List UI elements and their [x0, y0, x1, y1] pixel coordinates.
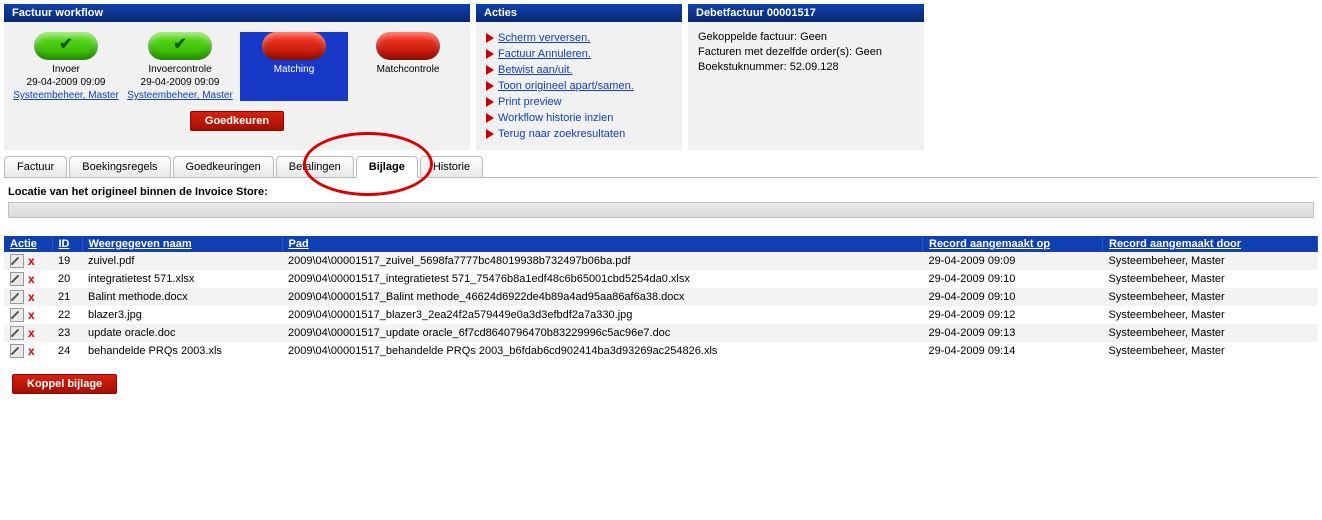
- table-row[interactable]: x 19zuivel.pdf2009\04\00001517_zuivel_569…: [4, 252, 1318, 270]
- cell-user: Systeembeheer, Master: [1103, 288, 1318, 306]
- debet-line: Facturen met dezelfde order(s): Geen: [698, 45, 914, 60]
- workflow-step-matching[interactable]: Matching: [240, 32, 348, 101]
- edit-icon[interactable]: [10, 290, 24, 304]
- actie-item[interactable]: Workflow historie inzien: [486, 110, 672, 126]
- cell-date: 29-04-2009 09:09: [923, 252, 1103, 270]
- cell-date: 29-04-2009 09:12: [923, 306, 1103, 324]
- tab-boekingsregels[interactable]: Boekingsregels: [69, 156, 170, 177]
- arrow-icon: [486, 65, 494, 75]
- debet-line: Boekstuknummer: 52.09.128: [698, 60, 914, 75]
- workflow-step-invoer[interactable]: Invoer 29-04-2009 09:09 Systeembeheer, M…: [12, 32, 120, 101]
- cell-name: Balint methode.docx: [82, 288, 282, 306]
- cell-path: 2009\04\00001517_blazer3_2ea24f2a579449e…: [282, 306, 923, 324]
- arrow-icon: [486, 49, 494, 59]
- cell-name: integratietest 571.xlsx: [82, 270, 282, 288]
- cell-date: 29-04-2009 09:10: [923, 270, 1103, 288]
- actie-item[interactable]: Scherm verversen.: [486, 30, 672, 46]
- debet-panel: Debetfactuur 00001517 Gekoppelde factuur…: [688, 4, 924, 150]
- col-actie[interactable]: Actie: [4, 236, 52, 252]
- cell-date: 29-04-2009 09:10: [923, 288, 1103, 306]
- cell-user: Systeembeheer, Master: [1103, 252, 1318, 270]
- delete-icon[interactable]: x: [28, 290, 35, 304]
- actie-item[interactable]: Toon origineel apart/samen.: [486, 78, 672, 94]
- cell-id: 20: [52, 270, 82, 288]
- approve-button[interactable]: Goedkeuren: [190, 111, 284, 131]
- cell-user: Systeembeheer, Master: [1103, 306, 1318, 324]
- actie-item[interactable]: Betwist aan/uit.: [486, 62, 672, 78]
- arrow-icon: [486, 129, 494, 139]
- cell-name: update oracle.doc: [82, 324, 282, 342]
- cell-id: 21: [52, 288, 82, 306]
- cell-id: 19: [52, 252, 82, 270]
- table-row[interactable]: x 24behandelde PRQs 2003.xls2009\04\00001…: [4, 342, 1318, 360]
- table-row[interactable]: x 21Balint methode.docx2009\04\00001517_B…: [4, 288, 1318, 306]
- workflow-panel: Factuur workflow Invoer 29-04-2009 09:09…: [4, 4, 470, 150]
- cell-path: 2009\04\00001517_integratietest 571_7547…: [282, 270, 923, 288]
- check-icon: [34, 32, 98, 60]
- table-row[interactable]: x 23update oracle.doc2009\04\00001517_upd…: [4, 324, 1318, 342]
- acties-title: Acties: [476, 4, 682, 22]
- tab-factuur[interactable]: Factuur: [4, 156, 67, 177]
- edit-icon[interactable]: [10, 326, 24, 340]
- workflow-user-link[interactable]: Systeembeheer, Master: [127, 90, 233, 101]
- check-icon: [148, 32, 212, 60]
- workflow-title: Factuur workflow: [4, 4, 470, 22]
- cell-name: zuivel.pdf: [82, 252, 282, 270]
- tab-goedkeuringen[interactable]: Goedkeuringen: [173, 156, 274, 177]
- locatie-label: Locatie van het origineel binnen de Invo…: [8, 186, 1318, 198]
- arrow-icon: [486, 97, 494, 107]
- delete-icon[interactable]: x: [28, 326, 35, 340]
- tab-bijlage[interactable]: Bijlage: [356, 156, 418, 178]
- actie-item[interactable]: Factuur Annuleren.: [486, 46, 672, 62]
- workflow-step-invoercontrole[interactable]: Invoercontrole 29-04-2009 09:09 Systeemb…: [126, 32, 234, 101]
- col-date[interactable]: Record aangemaakt op: [923, 236, 1103, 252]
- actie-item[interactable]: Terug naar zoekresultaten: [486, 126, 672, 142]
- arrow-icon: [486, 81, 494, 91]
- cell-user: Systeembeheer, Master: [1103, 270, 1318, 288]
- delete-icon[interactable]: x: [28, 254, 35, 268]
- actie-item[interactable]: Print preview: [486, 94, 672, 110]
- cell-path: 2009\04\00001517_Balint methode_46624d69…: [282, 288, 923, 306]
- locatie-bar[interactable]: [8, 202, 1314, 218]
- status-icon: [262, 32, 326, 60]
- col-user[interactable]: Record aangemaakt door: [1103, 236, 1318, 252]
- debet-line: Gekoppelde factuur: Geen: [698, 30, 914, 45]
- cell-name: behandelde PRQs 2003.xls: [82, 342, 282, 360]
- delete-icon[interactable]: x: [28, 272, 35, 286]
- cell-id: 22: [52, 306, 82, 324]
- status-icon: [376, 32, 440, 60]
- delete-icon[interactable]: x: [28, 344, 35, 358]
- edit-icon[interactable]: [10, 254, 24, 268]
- cell-date: 29-04-2009 09:13: [923, 324, 1103, 342]
- col-pad[interactable]: Pad: [282, 236, 923, 252]
- cell-path: 2009\04\00001517_zuivel_5698fa7777bc4801…: [282, 252, 923, 270]
- delete-icon[interactable]: x: [28, 308, 35, 322]
- koppel-bijlage-button[interactable]: Koppel bijlage: [12, 374, 117, 394]
- workflow-user-link[interactable]: Systeembeheer, Master: [13, 90, 119, 101]
- table-row[interactable]: x 20integratietest 571.xlsx2009\04\000015…: [4, 270, 1318, 288]
- workflow-step-matchcontrole[interactable]: Matchcontrole: [354, 32, 462, 101]
- table-row[interactable]: x 22blazer3.jpg2009\04\00001517_blazer3_2…: [4, 306, 1318, 324]
- debet-title: Debetfactuur 00001517: [688, 4, 924, 22]
- cell-path: 2009\04\00001517_behandelde PRQs 2003_b6…: [282, 342, 923, 360]
- arrow-icon: [486, 33, 494, 43]
- arrow-icon: [486, 113, 494, 123]
- edit-icon[interactable]: [10, 308, 24, 322]
- cell-user: Systeembeheer, Master: [1103, 342, 1318, 360]
- edit-icon[interactable]: [10, 272, 24, 286]
- cell-date: 29-04-2009 09:14: [923, 342, 1103, 360]
- acties-panel: Acties Scherm verversen. Factuur Annuler…: [476, 4, 682, 150]
- bijlage-grid: Actie ID Weergegeven naam Pad Record aan…: [4, 236, 1318, 360]
- col-naam[interactable]: Weergegeven naam: [82, 236, 282, 252]
- cell-user: Systeembeheer, Master: [1103, 324, 1318, 342]
- cell-id: 23: [52, 324, 82, 342]
- cell-path: 2009\04\00001517_update oracle_6f7cd8640…: [282, 324, 923, 342]
- tabs: Factuur Boekingsregels Goedkeuringen Bet…: [4, 156, 1318, 178]
- edit-icon[interactable]: [10, 344, 24, 358]
- tab-historie[interactable]: Historie: [420, 156, 483, 177]
- cell-name: blazer3.jpg: [82, 306, 282, 324]
- col-id[interactable]: ID: [52, 236, 82, 252]
- tab-betalingen[interactable]: Betalingen: [276, 156, 354, 177]
- cell-id: 24: [52, 342, 82, 360]
